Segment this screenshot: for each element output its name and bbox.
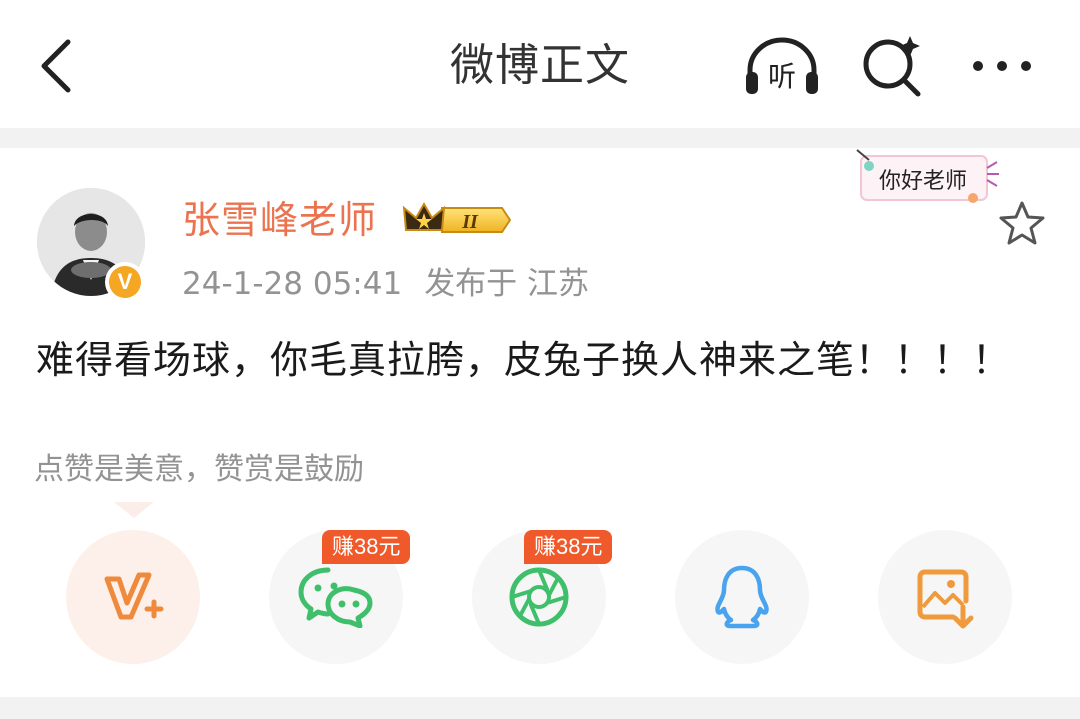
search-icon[interactable]: [858, 32, 928, 98]
listen-label: 听: [768, 60, 796, 93]
sticker-text: 你好老师: [879, 169, 967, 194]
post-location: 发布于 江苏: [424, 266, 590, 302]
reward-tip: 点赞是美意，赞赏是鼓励: [34, 452, 364, 487]
qq-icon: [715, 565, 769, 629]
bottom-divider: [0, 697, 1080, 719]
save-image-icon: [917, 569, 974, 629]
top-bar: 微博正文 听: [0, 0, 1080, 128]
earn-tag-wechat: 赚38元: [322, 530, 411, 564]
vip-level: II: [461, 211, 479, 233]
author-name[interactable]: 张雪峰老师: [182, 192, 377, 248]
post-meta: 24-1-28 05:41 发布于 江苏: [182, 260, 611, 308]
section-divider: [0, 128, 1080, 148]
share-qq-button[interactable]: [675, 530, 809, 664]
wechat-icon: [298, 567, 373, 628]
verified-badge-label: V: [109, 266, 141, 298]
post-content: 难得看场球，你毛真拉胯，皮兔子换人神来之笔！！！！: [36, 338, 1012, 382]
v-plus-icon: [104, 572, 164, 620]
vip-crown-badge[interactable]: II: [402, 200, 514, 240]
verified-badge: V: [105, 262, 145, 302]
favorite-star-icon[interactable]: [996, 198, 1048, 250]
post-timestamp: 24-1-28 05:41: [182, 266, 403, 302]
earn-tag-moments: 赚38元: [524, 530, 613, 564]
more-icon[interactable]: [970, 34, 1034, 98]
greeting-sticker[interactable]: 你好老师: [853, 148, 1003, 212]
listen-icon[interactable]: 听: [742, 34, 822, 98]
reward-button[interactable]: [66, 530, 200, 664]
tip-pointer: [114, 502, 154, 518]
moments-icon: [509, 567, 569, 627]
save-image-button[interactable]: [878, 530, 1012, 664]
